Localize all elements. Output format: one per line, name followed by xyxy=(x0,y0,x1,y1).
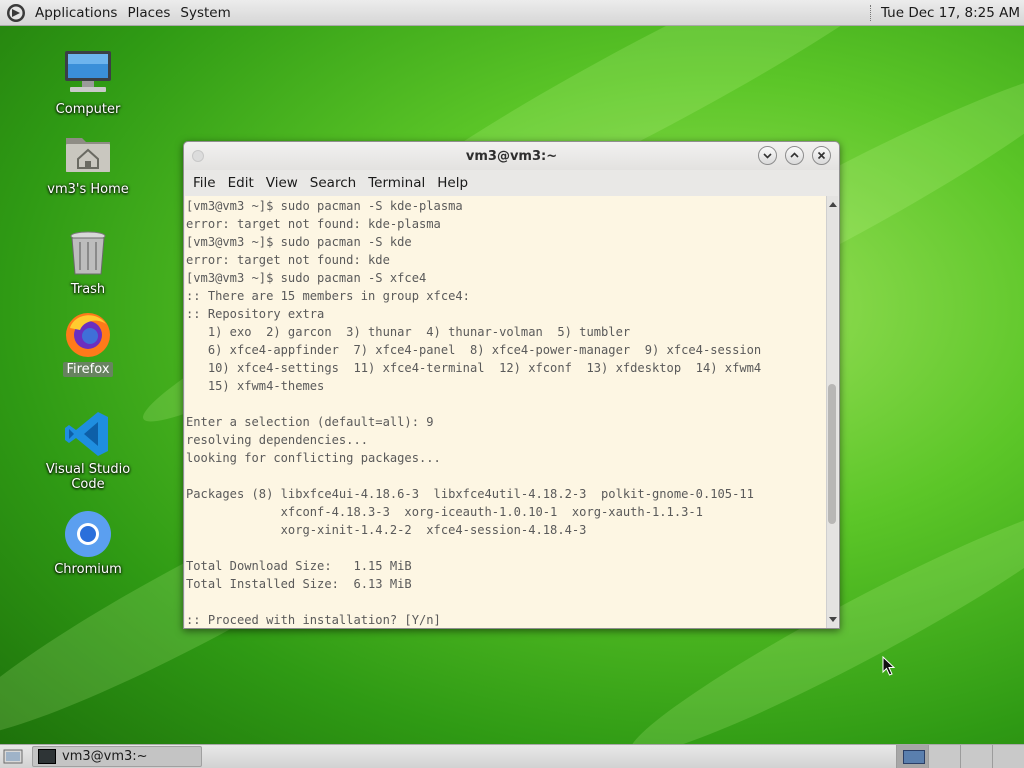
desktop-icon-label: Chromium xyxy=(54,562,122,577)
firefox-icon xyxy=(66,313,110,357)
menu-search[interactable]: Search xyxy=(304,175,362,191)
close-icon xyxy=(817,151,826,160)
chevron-up-icon xyxy=(790,152,799,158)
menu-applications[interactable]: Applications xyxy=(30,5,122,21)
desktop-icon-firefox[interactable]: Firefox xyxy=(28,308,148,377)
workspace-window-preview xyxy=(903,750,925,764)
menu-places[interactable]: Places xyxy=(122,5,175,21)
window-menu-icon[interactable] xyxy=(192,150,204,162)
computer-icon xyxy=(65,51,111,92)
desktop-icon-label: Firefox xyxy=(63,362,113,377)
bottom-panel: vm3@vm3:~ xyxy=(0,744,1024,768)
workspace-1[interactable] xyxy=(896,745,928,768)
desktop-icon-label: Visual Studio Code xyxy=(45,462,131,492)
desktop-icon-trash[interactable]: Trash xyxy=(28,228,148,297)
desktop-icon-computer[interactable]: Computer xyxy=(28,48,148,117)
workspace-3[interactable] xyxy=(960,745,992,768)
close-button[interactable] xyxy=(812,146,831,165)
desktop-icon-label: vm3's Home xyxy=(47,182,129,197)
trash-icon xyxy=(70,231,106,275)
desktop-icon-home[interactable]: vm3's Home xyxy=(28,128,148,197)
terminal-scrollbar[interactable] xyxy=(826,196,838,628)
workspace-switcher xyxy=(896,745,1024,768)
desktop-icon-label: Trash xyxy=(70,282,106,297)
chevron-down-icon xyxy=(763,153,772,159)
menu-terminal[interactable]: Terminal xyxy=(362,175,431,191)
menu-help[interactable]: Help xyxy=(431,175,474,191)
home-folder-icon xyxy=(66,138,110,172)
panel-separator xyxy=(869,4,873,21)
mouse-pointer-icon xyxy=(882,656,896,676)
scroll-up-icon[interactable] xyxy=(829,202,837,207)
menu-edit[interactable]: Edit xyxy=(222,175,260,191)
window-title: vm3@vm3:~ xyxy=(465,148,558,164)
terminal-output[interactable]: [vm3@vm3 ~]$ sudo pacman -S kde-plasma e… xyxy=(185,196,827,628)
menu-view[interactable]: View xyxy=(260,175,304,191)
terminal-window[interactable]: vm3@vm3:~ File Edit View Search Terminal… xyxy=(183,141,840,629)
scroll-down-icon[interactable] xyxy=(829,617,837,622)
workspace-4[interactable] xyxy=(992,745,1024,768)
show-desktop-icon[interactable] xyxy=(3,748,23,765)
minimize-button[interactable] xyxy=(758,146,777,165)
desktop-icon-chromium[interactable]: Chromium xyxy=(28,508,148,577)
clock[interactable]: Tue Dec 17, 8:25 AM xyxy=(881,5,1020,21)
terminal-menubar: File Edit View Search Terminal Help xyxy=(184,170,839,196)
desktop-icon-vscode[interactable]: Visual Studio Code xyxy=(28,408,148,492)
vscode-icon xyxy=(65,412,108,456)
chromium-icon xyxy=(65,511,111,557)
scrollbar-thumb[interactable] xyxy=(828,383,836,524)
terminal-text: [vm3@vm3 ~]$ sudo pacman -S kde-plasma e… xyxy=(186,199,762,627)
window-titlebar[interactable]: vm3@vm3:~ xyxy=(184,142,839,170)
taskbar-terminal-button[interactable]: vm3@vm3:~ xyxy=(32,746,202,767)
workspace-2[interactable] xyxy=(928,745,960,768)
terminal-icon xyxy=(38,749,56,764)
menu-file[interactable]: File xyxy=(187,175,222,191)
desktop-icon-label: Computer xyxy=(55,102,121,117)
taskbar-label: vm3@vm3:~ xyxy=(62,749,148,764)
maximize-button[interactable] xyxy=(785,146,804,165)
mate-logo-icon[interactable] xyxy=(6,3,26,23)
menu-system[interactable]: System xyxy=(175,5,235,21)
top-panel: Applications Places System Tue Dec 17, 8… xyxy=(0,0,1024,26)
